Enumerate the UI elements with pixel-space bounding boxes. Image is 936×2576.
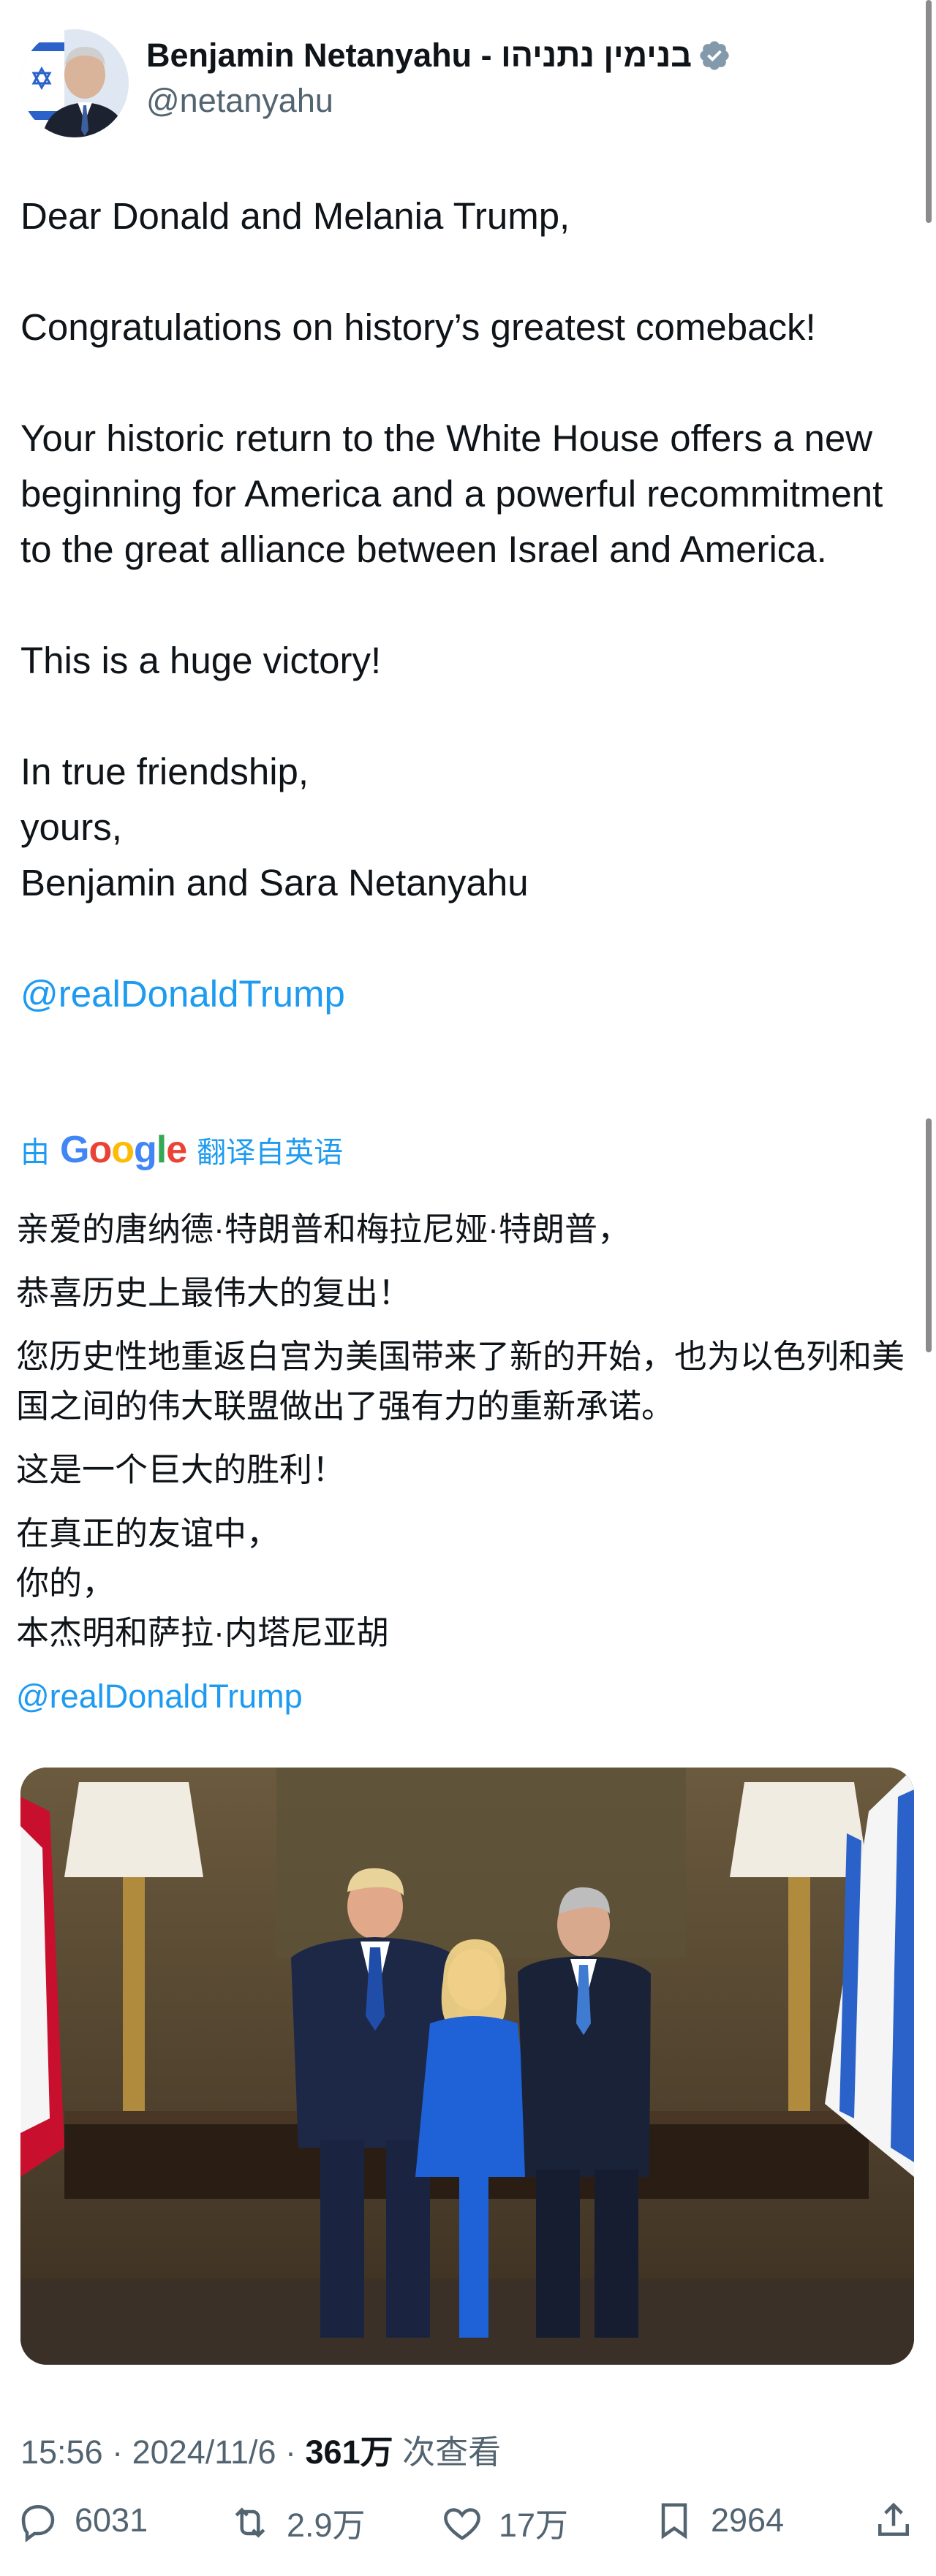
translated-text: 亲爱的唐纳德·特朗普和梅拉尼娅·特朗普， 恭喜历史上最伟大的复出！ 您历史性地重… bbox=[16, 1205, 912, 1721]
tweet-line: This is a huge victory! bbox=[20, 640, 382, 681]
tweet-date[interactable]: 2024/11/6 bbox=[132, 2433, 276, 2471]
share-icon bbox=[878, 2502, 909, 2536]
retweet-icon bbox=[235, 2507, 265, 2538]
retweet-count: 2.9万 bbox=[287, 2507, 366, 2544]
tweet-photo[interactable] bbox=[20, 1768, 914, 2365]
reply-count: 6031 bbox=[75, 2501, 148, 2539]
translation-prefix: 由 bbox=[20, 1137, 50, 1169]
google-logo: Google bbox=[60, 1129, 187, 1171]
tweet-line: yours, bbox=[20, 806, 122, 848]
tweet-line: Your historic return to the White House … bbox=[20, 417, 883, 570]
view-count-label: 次查看 bbox=[402, 2433, 502, 2471]
avatar[interactable] bbox=[20, 29, 129, 137]
verified-badge-icon bbox=[700, 41, 729, 70]
translated-line: 您历史性地重返白宫为美国带来了新的开始，也为以色列和美国之间的伟大联盟做出了强有… bbox=[16, 1338, 905, 1425]
translated-line: 你的， bbox=[16, 1564, 116, 1602]
like-button[interactable]: 17万 bbox=[440, 2499, 568, 2546]
bookmark-icon bbox=[661, 2503, 687, 2539]
bookmark-count: 2964 bbox=[711, 2501, 785, 2539]
tweet-line: Congratulations on history’s greatest co… bbox=[20, 306, 816, 348]
translated-line: 本杰明和萨拉·内塔尼亚胡 bbox=[16, 1614, 389, 1651]
reply-icon bbox=[21, 2505, 55, 2542]
translation-attribution[interactable]: 由 Google 翻译自英语 bbox=[20, 1128, 343, 1172]
tweet-line: Benjamin and Sara Netanyahu bbox=[20, 862, 529, 904]
retweet-button[interactable]: 2.9万 bbox=[228, 2499, 366, 2546]
tweet-line: Dear Donald and Melania Trump, bbox=[20, 195, 570, 237]
heart-icon bbox=[444, 2507, 480, 2540]
action-bar: 6031 2.9万 17万 2964 bbox=[16, 2499, 923, 2557]
author-handle[interactable]: @netanyahu bbox=[146, 82, 333, 120]
tweet-meta: 15:56 · 2024/11/6 · 361万 次查看 bbox=[20, 2433, 502, 2471]
like-count: 17万 bbox=[499, 2507, 569, 2544]
bookmark-button[interactable]: 2964 bbox=[652, 2499, 784, 2542]
view-count: 361万 bbox=[305, 2433, 393, 2471]
translated-line: 亲爱的唐纳德·特朗普和梅拉尼娅·特朗普， bbox=[16, 1211, 630, 1248]
tweet-header: Benjamin Netanyahu - בנימין נתניהו @neta… bbox=[20, 23, 898, 140]
share-button[interactable] bbox=[872, 2499, 916, 2542]
mention-link[interactable]: @realDonaldTrump bbox=[20, 966, 916, 1022]
tweet-time[interactable]: 15:56 bbox=[20, 2433, 103, 2471]
tweet-text: Dear Donald and Melania Trump, Congratul… bbox=[20, 189, 916, 1022]
translated-mention-link[interactable]: @realDonaldTrump bbox=[16, 1672, 912, 1721]
scrollbar-translation[interactable] bbox=[926, 1118, 932, 1352]
display-name[interactable]: Benjamin Netanyahu - בנימין נתניהו bbox=[146, 37, 692, 75]
scrollbar-top[interactable] bbox=[926, 0, 932, 223]
translation-suffix: 翻译自英语 bbox=[197, 1137, 344, 1169]
translated-line: 恭喜历史上最伟大的复出！ bbox=[16, 1274, 412, 1311]
reply-button[interactable]: 6031 bbox=[16, 2499, 148, 2542]
tweet-line: In true friendship, bbox=[20, 751, 309, 792]
name-row: Benjamin Netanyahu - בנימין נתניהו bbox=[146, 37, 731, 75]
translated-line: 在真正的友谊中， bbox=[16, 1515, 280, 1552]
translated-line: 这是一个巨大的胜利！ bbox=[16, 1451, 346, 1488]
